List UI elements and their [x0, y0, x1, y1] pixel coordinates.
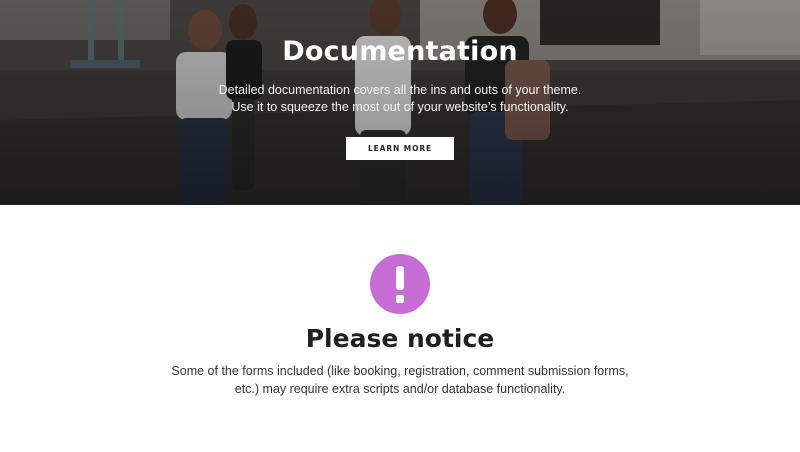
notice-text-line-1: Some of the forms included (like booking…: [171, 364, 629, 378]
hero-description-line-2: Use it to squeeze the most out of your w…: [231, 100, 569, 114]
hero-description-line-1: Detailed documentation covers all the in…: [218, 83, 582, 97]
notice-text-line-2: etc.) may require extra scripts and/or d…: [234, 382, 566, 396]
hero-section: Documentation Detailed documentation cov…: [0, 0, 800, 205]
exclamation-icon: [370, 254, 430, 314]
learn-more-button[interactable]: LEARN MORE: [346, 137, 454, 160]
hero-title: Documentation: [282, 36, 518, 67]
notice-title: Please notice: [305, 324, 495, 353]
